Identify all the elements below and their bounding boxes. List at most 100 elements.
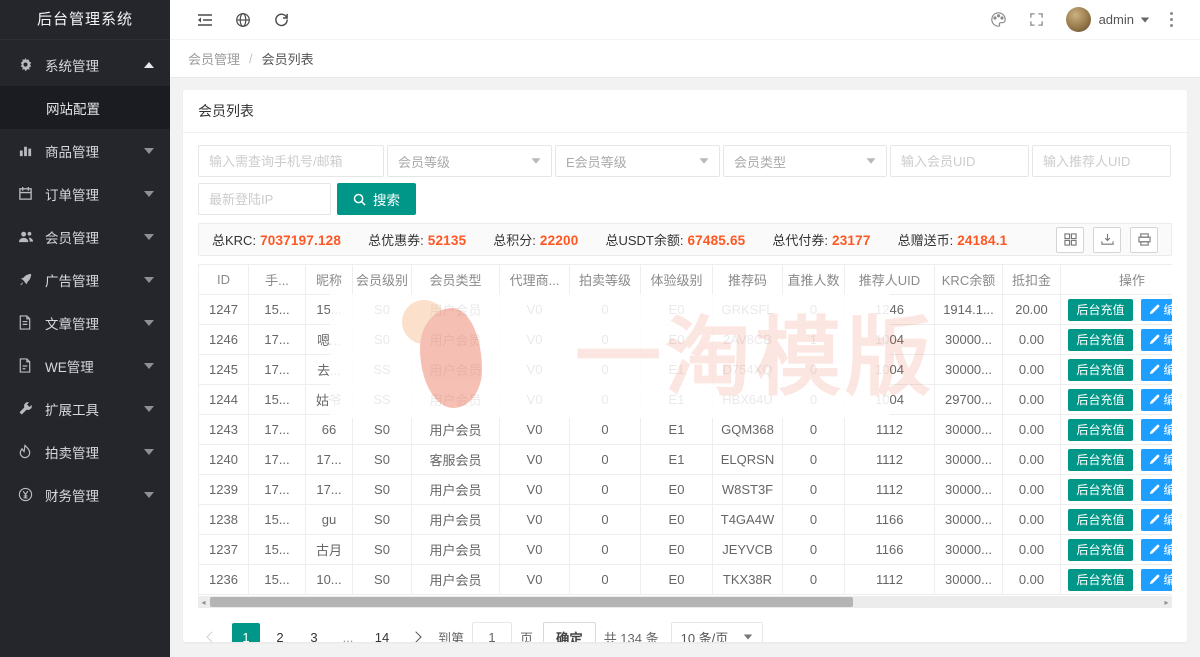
table-cell: 30000... <box>935 565 1003 595</box>
table-row: 124617...嗯...S0用户会员V00E02AV8CB1100430000… <box>199 325 1173 355</box>
edit-button[interactable]: 编辑 <box>1141 509 1173 531</box>
refresh-icon[interactable] <box>262 0 300 40</box>
referrer-uid-input[interactable] <box>1032 145 1171 177</box>
recharge-button[interactable]: 后台充值 <box>1068 569 1132 591</box>
edit-button[interactable]: 编辑 <box>1141 419 1173 441</box>
export-icon[interactable] <box>1093 227 1121 253</box>
table-cell: 0.00 <box>1003 475 1061 505</box>
page-button-3[interactable]: 3 <box>300 623 328 642</box>
sidebar-item-auction[interactable]: 拍卖管理 <box>0 430 170 473</box>
user-avatar[interactable] <box>1066 7 1091 32</box>
sidebar-item-finance[interactable]: 财务管理 <box>0 473 170 516</box>
theme-palette-icon[interactable] <box>980 0 1018 40</box>
member-level-select[interactable]: 会员等级 <box>387 145 552 177</box>
sidebar-item-system[interactable]: 系统管理 <box>0 43 170 86</box>
recharge-button[interactable]: 后台充值 <box>1068 359 1132 381</box>
stat-value: 7037197.128 <box>260 233 341 248</box>
recharge-button[interactable]: 后台充值 <box>1068 329 1132 351</box>
chevron-down-icon <box>144 191 154 197</box>
edit-button[interactable]: 编辑 <box>1141 539 1173 561</box>
page-button-14[interactable]: 14 <box>368 623 396 642</box>
goto-prefix-label: 到第 <box>438 628 464 643</box>
table-row: 123615...10...S0用户会员V00E0TKX38R011123000… <box>199 565 1173 595</box>
sidebar-item-members[interactable]: 会员管理 <box>0 215 170 258</box>
table-cell: 0 <box>570 385 641 415</box>
phone-email-input[interactable] <box>198 145 384 177</box>
columns-grid-icon[interactable] <box>1056 227 1084 253</box>
table-cell: 0 <box>783 475 845 505</box>
edit-button[interactable]: 编辑 <box>1141 359 1173 381</box>
e-member-level-select[interactable]: E会员等级 <box>555 145 720 177</box>
table-cell: 1914.1... <box>935 295 1003 325</box>
actions-cell: 后台充值编辑 <box>1061 475 1173 505</box>
next-page-button[interactable] <box>402 623 430 642</box>
edit-button[interactable]: 编辑 <box>1141 329 1173 351</box>
sidebar-item-orders[interactable]: 订单管理 <box>0 172 170 215</box>
actions-cell: 后台充值编辑 <box>1061 415 1173 445</box>
scroll-left-icon[interactable]: ◂ <box>198 596 209 608</box>
recharge-button[interactable]: 后台充值 <box>1068 509 1132 531</box>
scrollbar-thumb[interactable] <box>210 597 853 607</box>
horizontal-scrollbar[interactable]: ◂ ▸ <box>198 596 1172 608</box>
recharge-button[interactable]: 后台充值 <box>1068 419 1132 441</box>
member-uid-input[interactable] <box>890 145 1029 177</box>
search-button[interactable]: 搜索 <box>337 183 416 215</box>
column-header: 拍卖等级 <box>570 265 641 295</box>
table-cell: 用户会员 <box>412 415 500 445</box>
recharge-button[interactable]: 后台充值 <box>1068 299 1132 321</box>
column-header: 会员类型 <box>412 265 500 295</box>
table-cell: JEYVCB <box>713 535 783 565</box>
page-size-select[interactable]: 10 条/页 <box>671 622 763 642</box>
actions-cell: 后台充值编辑 <box>1061 535 1173 565</box>
table-cell: 0.00 <box>1003 385 1061 415</box>
edit-button[interactable]: 编辑 <box>1141 449 1173 471</box>
user-menu[interactable]: admin <box>1099 12 1150 27</box>
recharge-button[interactable]: 后台充值 <box>1068 389 1132 411</box>
member-list-card: 会员列表 会员等级 E会员等级 会员类型 <box>183 90 1187 642</box>
login-ip-input[interactable] <box>198 183 331 215</box>
member-type-select[interactable]: 会员类型 <box>723 145 887 177</box>
recharge-button[interactable]: 后台充值 <box>1068 449 1132 471</box>
sidebar-item-articles[interactable]: 文章管理 <box>0 301 170 344</box>
actions-cell: 后台充值编辑 <box>1061 505 1173 535</box>
prev-page-button[interactable] <box>198 623 226 642</box>
sidebar-item-label: 扩展工具 <box>45 399 144 419</box>
edit-button[interactable]: 编辑 <box>1141 569 1173 591</box>
goto-page-input[interactable] <box>472 622 512 642</box>
edit-pencil-icon <box>1149 544 1160 555</box>
sidebar-subitem-system[interactable]: 网站配置 <box>0 86 170 129</box>
more-menu-icon[interactable] <box>1156 0 1186 40</box>
confirm-page-button[interactable]: 确定 <box>543 622 596 642</box>
table-cell: 30000... <box>935 475 1003 505</box>
edit-button[interactable]: 编辑 <box>1141 299 1173 321</box>
topbar: admin <box>170 0 1200 40</box>
language-globe-icon[interactable] <box>224 0 262 40</box>
edit-button[interactable]: 编辑 <box>1141 389 1173 411</box>
edit-pencil-icon <box>1149 304 1160 315</box>
scroll-right-icon[interactable]: ▸ <box>1161 596 1172 608</box>
column-header: 昵称 <box>306 265 353 295</box>
print-icon[interactable] <box>1130 227 1158 253</box>
fullscreen-icon[interactable] <box>1018 0 1056 40</box>
table-cell: W8ST3F <box>713 475 783 505</box>
breadcrumb-parent[interactable]: 会员管理 <box>188 49 240 68</box>
page-button-2[interactable]: 2 <box>266 623 294 642</box>
file-icon <box>18 358 34 374</box>
sidebar-item-tools[interactable]: 扩展工具 <box>0 387 170 430</box>
recharge-button[interactable]: 后台充值 <box>1068 479 1132 501</box>
stat-item: 总赠送币:24184.1 <box>898 230 1008 249</box>
chevron-up-icon <box>144 62 154 68</box>
sidebar-item-we[interactable]: WE管理 <box>0 344 170 387</box>
edit-button[interactable]: 编辑 <box>1141 479 1173 501</box>
table-cell: 1239 <box>199 475 249 505</box>
table-cell: E1 <box>641 355 713 385</box>
sidebar-item-goods[interactable]: 商品管理 <box>0 129 170 172</box>
recharge-button[interactable]: 后台充值 <box>1068 539 1132 561</box>
collapse-sidebar-icon[interactable] <box>186 0 224 40</box>
table-cell: 0 <box>570 325 641 355</box>
table-cell: D754XQ <box>713 355 783 385</box>
sidebar-item-ads[interactable]: 广告管理 <box>0 258 170 301</box>
table-cell: 29700... <box>935 385 1003 415</box>
page-button-1[interactable]: 1 <box>232 623 260 642</box>
chevron-down-icon <box>700 158 709 163</box>
